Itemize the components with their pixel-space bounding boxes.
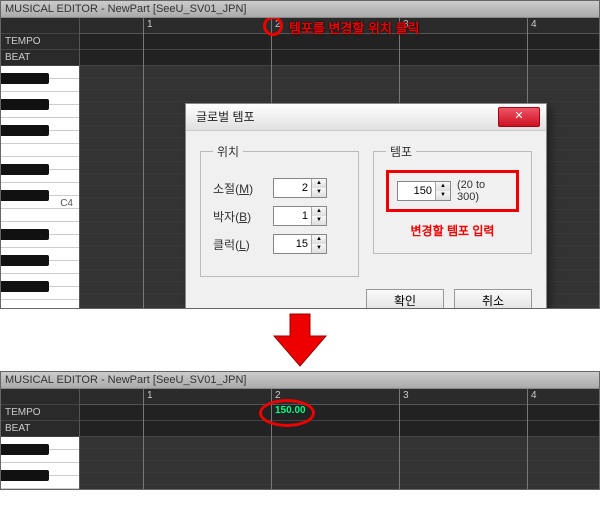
annotation-click-label: 템포를 변경할 위치 클릭 [289,18,419,37]
measure-label: 소절(M) [213,180,273,197]
left-column: TEMPO BEAT [1,389,80,489]
spin-up-icon[interactable]: ▲ [312,235,326,244]
beat-track[interactable] [79,50,599,66]
ok-button[interactable]: 확인 [366,289,444,308]
clock-stepper[interactable]: ▲▼ [273,234,327,254]
beat-input[interactable] [274,207,311,225]
cancel-button[interactable]: 취소 [454,289,532,308]
piano-keyboard[interactable] [1,437,79,489]
ruler-spacer [1,389,79,405]
dialog-title-text: 글로벌 템포 [196,110,255,124]
left-column: TEMPO BEAT C4 [1,18,80,308]
tracks-area: TEMPO BEAT 1 2 3 4 150.00 [1,389,599,489]
barline [143,389,144,489]
annotation-ellipse-icon [259,399,315,427]
tempo-row-label: TEMPO [1,405,79,421]
spin-up-icon[interactable]: ▲ [312,179,326,188]
tempo-highlight-box: ▲▼ (20 to 300) [386,170,519,212]
tempo-input[interactable] [398,182,435,200]
tempo-group: 템포 ▲▼ (20 to 300) 변경할 템포 입력 [373,143,532,254]
global-tempo-dialog: 글로벌 템포 ✕ 위치 소절(M) ▲▼ [185,103,547,308]
spin-down-icon[interactable]: ▼ [312,244,326,253]
measure-input[interactable] [274,179,311,197]
clock-input[interactable] [274,235,311,253]
barline [527,389,528,489]
spin-up-icon[interactable]: ▲ [436,182,450,191]
bar-tick[interactable]: 1 [143,18,153,34]
beat-row-label: BEAT [1,50,79,66]
spin-down-icon[interactable]: ▼ [436,191,450,200]
bar-tick[interactable]: 1 [143,389,153,405]
position-legend: 위치 [213,143,243,160]
tracks-area: TEMPO BEAT C4 [1,18,599,308]
clock-label: 클럭(L) [213,236,273,253]
bar-tick[interactable]: 3 [399,389,409,405]
flow-arrow-icon [0,309,600,371]
measure-stepper[interactable]: ▲▼ [273,178,327,198]
annotation-tempo-note: 변경할 템포 입력 [386,222,519,239]
beat-stepper[interactable]: ▲▼ [273,206,327,226]
close-icon: ✕ [514,110,523,122]
close-button[interactable]: ✕ [498,107,540,127]
window-title: MUSICAL EDITOR - NewPart [SeeU_SV01_JPN] [1,372,599,389]
bar-tick[interactable]: 4 [527,18,537,34]
c4-label: C4 [60,198,73,209]
bar-tick[interactable]: 4 [527,389,537,405]
ruler-spacer [1,18,79,34]
position-group: 위치 소절(M) ▲▼ 박자(B) ▲▼ [200,143,359,277]
tempo-stepper[interactable]: ▲▼ [397,181,451,201]
musical-editor-bottom: MUSICAL EDITOR - NewPart [SeeU_SV01_JPN]… [0,371,600,490]
tempo-legend: 템포 [386,143,416,160]
spin-down-icon[interactable]: ▼ [312,188,326,197]
barline [399,389,400,489]
grid-area[interactable]: 1 2 3 4 150.00 [79,389,599,489]
tempo-range-label: (20 to 300) [457,179,508,203]
window-title: MUSICAL EDITOR - NewPart [SeeU_SV01_JPN] [1,1,599,18]
beat-label: 박자(B) [213,208,273,225]
tempo-row-label: TEMPO [1,34,79,50]
beat-row-label: BEAT [1,421,79,437]
dialog-title[interactable]: 글로벌 템포 ✕ [186,104,546,131]
musical-editor-top: MUSICAL EDITOR - NewPart [SeeU_SV01_JPN]… [0,0,600,309]
piano-keyboard[interactable]: C4 [1,66,79,308]
spin-up-icon[interactable]: ▲ [312,207,326,216]
note-grid[interactable] [79,437,599,489]
tempo-track[interactable]: 150.00 [79,405,599,421]
dialog-body: 위치 소절(M) ▲▼ 박자(B) ▲▼ [186,131,546,308]
spin-down-icon[interactable]: ▼ [312,216,326,225]
beat-track[interactable] [79,421,599,437]
bar-ruler[interactable]: 1 2 3 4 [79,389,599,405]
barline [143,18,144,308]
